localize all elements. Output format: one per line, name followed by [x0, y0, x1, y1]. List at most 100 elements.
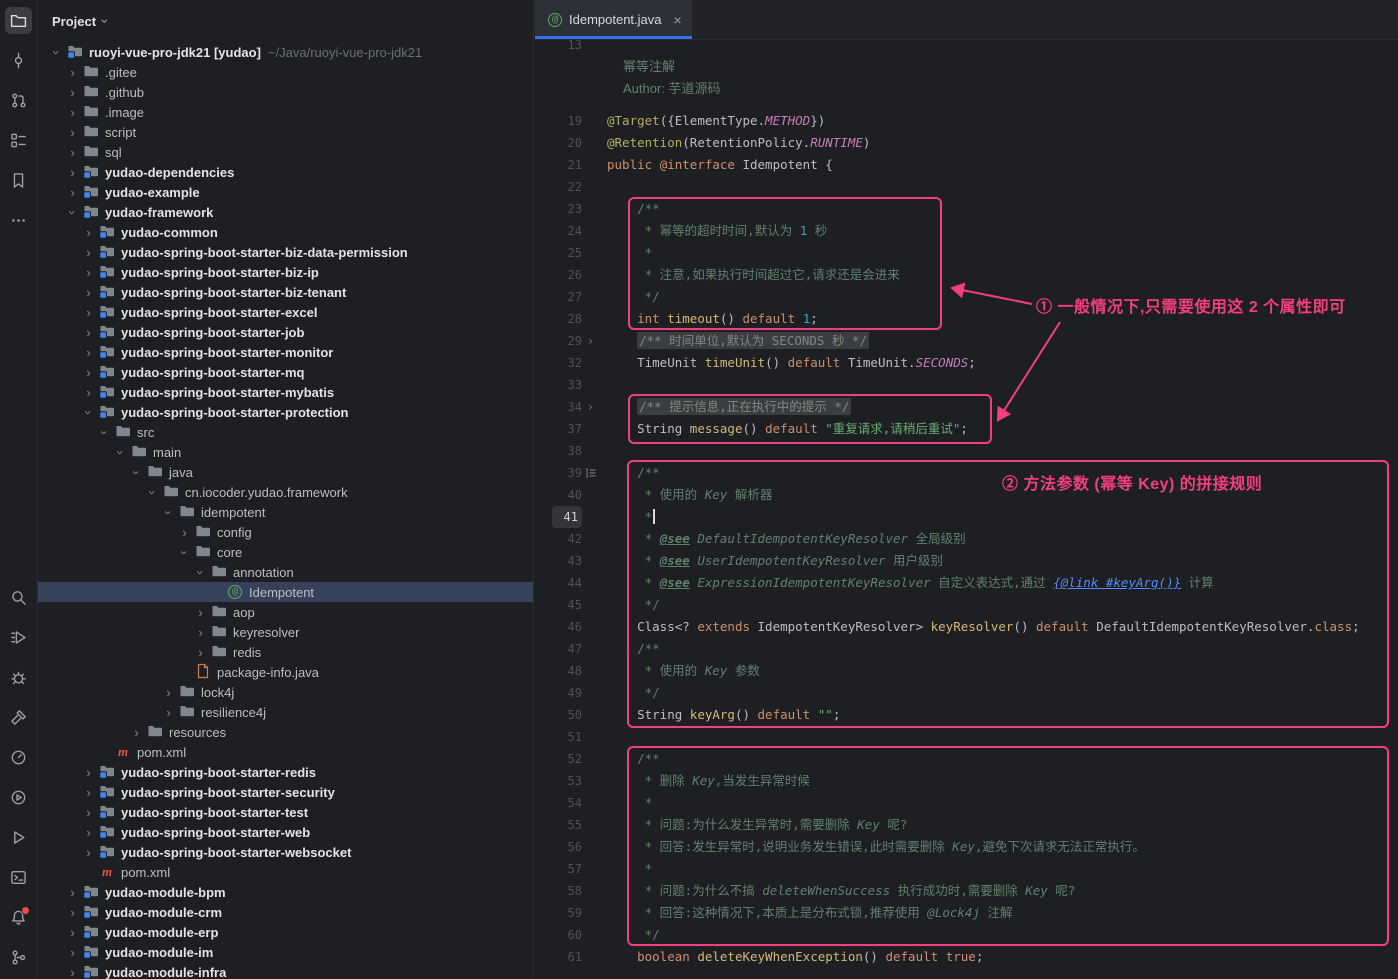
code-area[interactable]: 13幂等注解Author: 芋道源码19@Target({ElementType… [535, 34, 1398, 968]
line-number[interactable]: 20 [552, 132, 582, 154]
tree-item-cn-iocoder-yudao-framework[interactable]: ›cn.iocoder.yudao.framework [38, 482, 533, 502]
tree-chevron-icon[interactable]: › [64, 185, 81, 200]
tree-chevron-icon[interactable]: › [64, 905, 81, 920]
line-number[interactable]: 47 [552, 638, 582, 660]
terminal-icon[interactable] [5, 864, 32, 891]
tree-item-gitee[interactable]: ›.gitee [38, 62, 533, 82]
tree-item-redis[interactable]: ›redis [38, 642, 533, 662]
line-number[interactable]: 19 [552, 110, 582, 132]
line-number[interactable]: 58 [552, 880, 582, 902]
line-number[interactable]: 48 [552, 660, 582, 682]
code-line-21[interactable]: 21public @interface Idempotent { [535, 154, 1398, 176]
tree-chevron-icon[interactable]: › [177, 544, 192, 561]
pull-requests-icon[interactable] [5, 87, 32, 114]
code-line-24[interactable]: 24 * 幂等的超时时间,默认为 1 秒 [535, 220, 1398, 242]
chevron-down-icon[interactable]: › [97, 19, 113, 24]
tree-chevron-icon[interactable]: › [145, 484, 160, 501]
line-number[interactable]: 40 [552, 484, 582, 506]
tree-chevron-icon[interactable]: › [80, 805, 97, 820]
tree-item-yudao-spring-boot-starter-test[interactable]: ›yudao-spring-boot-starter-test [38, 802, 533, 822]
tree-chevron-icon[interactable]: › [160, 705, 177, 720]
code-line-48[interactable]: 48 * 使用的 Key 参数 [535, 660, 1398, 682]
code-line-27[interactable]: 27 */ [535, 286, 1398, 308]
tree-chevron-icon[interactable]: › [64, 105, 81, 120]
tree-chevron-icon[interactable]: › [113, 444, 128, 461]
tree-chevron-icon[interactable]: › [80, 305, 97, 320]
tree-item-pom-xml[interactable]: ›mpom.xml [38, 742, 533, 762]
fold-arrow-icon[interactable]: › [582, 399, 599, 415]
tree-item-lock4j[interactable]: ›lock4j [38, 682, 533, 702]
commit-icon[interactable] [5, 47, 32, 74]
code-line-56[interactable]: 56 * 回答:发生异常时,说明业务发生错误,此时需要删除 Key,避免下次请求… [535, 836, 1398, 858]
code-line-41[interactable]: 41 * [535, 506, 1398, 528]
line-number[interactable]: 28 [552, 308, 582, 330]
line-number[interactable]: 53 [552, 770, 582, 792]
tree-chevron-icon[interactable]: › [129, 464, 144, 481]
line-number[interactable]: 37 [552, 418, 582, 440]
tree-item-yudao-spring-boot-starter-web[interactable]: ›yudao-spring-boot-starter-web [38, 822, 533, 842]
debug-icon[interactable] [5, 664, 32, 691]
code-line-49[interactable]: 49 */ [535, 682, 1398, 704]
tree-item-yudao-spring-boot-starter-biz-tenant[interactable]: ›yudao-spring-boot-starter-biz-tenant [38, 282, 533, 302]
tree-chevron-icon[interactable]: › [97, 424, 112, 441]
run-icon[interactable] [5, 624, 32, 651]
notifications-icon[interactable] [5, 904, 32, 931]
code-line-58[interactable]: 58 * 问题:为什么不搞 deleteWhenSuccess 执行成功时,需要… [535, 880, 1398, 902]
tree-item-yudao-spring-boot-starter-protection[interactable]: ›yudao-spring-boot-starter-protection [38, 402, 533, 422]
run-anything-icon[interactable] [5, 824, 32, 851]
tree-item-resources[interactable]: ›resources [38, 722, 533, 742]
version-control-icon[interactable] [5, 944, 32, 971]
tree-chevron-icon[interactable]: › [64, 165, 81, 180]
line-number[interactable]: 43 [552, 550, 582, 572]
line-number[interactable]: 59 [552, 902, 582, 924]
code-line-doc-2[interactable]: Author: 芋道源码 [535, 78, 1398, 100]
line-number[interactable]: 32 [552, 352, 582, 374]
tree-item-yudao-dependencies[interactable]: ›yudao-dependencies [38, 162, 533, 182]
structure-icon[interactable] [5, 127, 32, 154]
tree-item-github[interactable]: ›.github [38, 82, 533, 102]
tree-chevron-icon[interactable]: › [161, 504, 176, 521]
tree-item-ruoyi-vue-pro-jdk21-yudao[interactable]: ›ruoyi-vue-pro-jdk21 [yudao]~/Java/ruoyi… [38, 42, 533, 62]
tree-item-keyresolver[interactable]: ›keyresolver [38, 622, 533, 642]
line-number[interactable]: 25 [552, 242, 582, 264]
tree-chevron-icon[interactable]: › [80, 825, 97, 840]
code-line-doc-1[interactable]: 幂等注解 [535, 56, 1398, 78]
tree-item-yudao-spring-boot-starter-redis[interactable]: ›yudao-spring-boot-starter-redis [38, 762, 533, 782]
tree-chevron-icon[interactable]: › [128, 725, 145, 740]
tree-item-yudao-module-im[interactable]: ›yudao-module-im [38, 942, 533, 962]
tab-idempotent-java[interactable]: @ Idempotent.java × [535, 0, 692, 39]
line-number[interactable]: 33 [552, 374, 582, 396]
tree-item-yudao-example[interactable]: ›yudao-example [38, 182, 533, 202]
tree-item-yudao-spring-boot-starter-mq[interactable]: ›yudao-spring-boot-starter-mq [38, 362, 533, 382]
code-line-43[interactable]: 43 * @see UserIdempotentKeyResolver 用户级别 [535, 550, 1398, 572]
code-line-37[interactable]: 37 String message() default "重复请求,请稍后重试"… [535, 418, 1398, 440]
tree-chevron-icon[interactable]: › [64, 945, 81, 960]
code-line-47[interactable]: 47 /** [535, 638, 1398, 660]
line-number[interactable]: 61 [552, 946, 582, 968]
line-number[interactable]: 34 [552, 396, 582, 418]
tree-item-yudao-spring-boot-starter-excel[interactable]: ›yudao-spring-boot-starter-excel [38, 302, 533, 322]
tree-chevron-icon[interactable]: › [80, 365, 97, 380]
code-line-44[interactable]: 44 * @see ExpressionIdempotentKeyResolve… [535, 572, 1398, 594]
code-line-55[interactable]: 55 * 问题:为什么发生异常时,需要删除 Key 呢? [535, 814, 1398, 836]
line-number[interactable]: 27 [552, 286, 582, 308]
line-number[interactable]: 29 [552, 330, 582, 352]
line-number[interactable]: 23 [552, 198, 582, 220]
tree-item-image[interactable]: ›.image [38, 102, 533, 122]
code-line-60[interactable]: 60 */ [535, 924, 1398, 946]
code-line-52[interactable]: 52 /** [535, 748, 1398, 770]
code-line-19[interactable]: 19@Target({ElementType.METHOD}) [535, 110, 1398, 132]
tree-chevron-icon[interactable]: › [64, 85, 81, 100]
line-number[interactable]: 51 [552, 726, 582, 748]
more-icon[interactable] [5, 207, 32, 234]
tree-chevron-icon[interactable]: › [64, 125, 81, 140]
tree-item-yudao-common[interactable]: ›yudao-common [38, 222, 533, 242]
code-line-53[interactable]: 53 * 删除 Key,当发生异常时候 [535, 770, 1398, 792]
code-line-50[interactable]: 50 String keyArg() default ""; [535, 704, 1398, 726]
tree-item-yudao-framework[interactable]: ›yudao-framework [38, 202, 533, 222]
tree-chevron-icon[interactable]: › [80, 265, 97, 280]
tree-chevron-icon[interactable]: › [64, 965, 81, 979]
tree-chevron-icon[interactable]: › [80, 325, 97, 340]
line-number[interactable]: 21 [552, 154, 582, 176]
code-line-61[interactable]: 61 boolean deleteKeyWhenException() defa… [535, 946, 1398, 968]
